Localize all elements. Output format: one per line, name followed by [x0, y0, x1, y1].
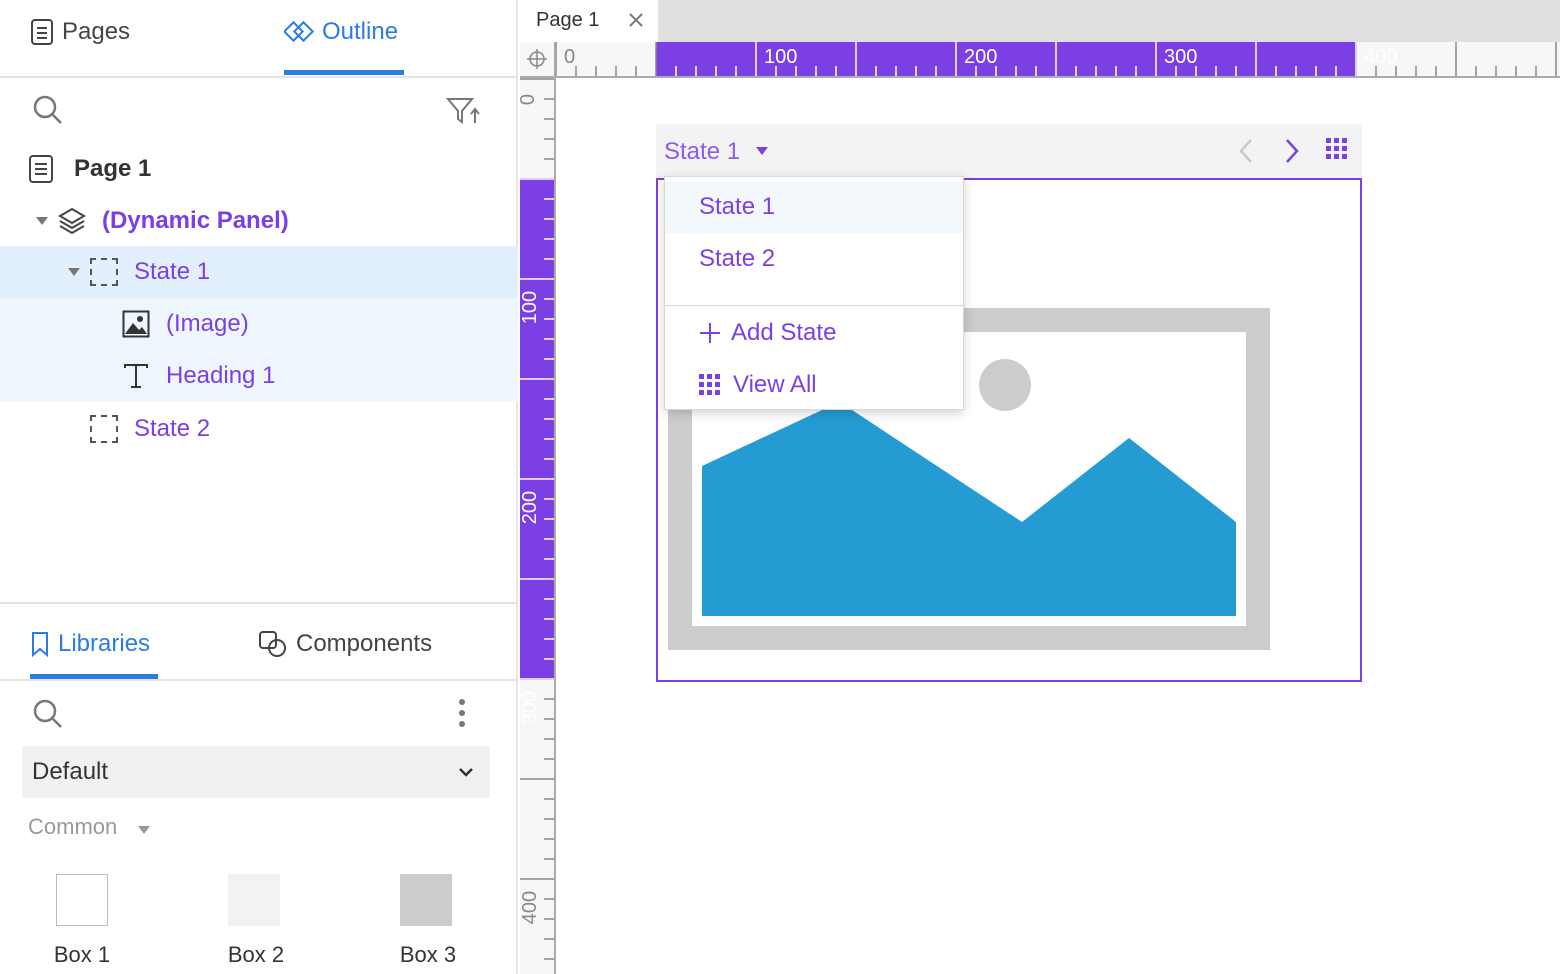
bookmark-icon	[32, 632, 48, 657]
menu-item-view-all[interactable]: View All	[665, 359, 963, 411]
menu-item-label: View All	[733, 371, 817, 398]
document-tab-label: Page 1	[536, 9, 600, 31]
category-toggle[interactable]: Common	[28, 814, 117, 840]
ruler-label: 300	[519, 690, 542, 725]
tree-item-state2[interactable]: State 2	[0, 403, 518, 455]
tab-pages[interactable]: Pages	[30, 18, 130, 46]
dynamic-panel-label: (Dynamic Panel)	[102, 207, 289, 234]
next-state-icon[interactable]	[1284, 138, 1300, 164]
tab-pages-label: Pages	[62, 18, 131, 45]
widget-box3[interactable]	[400, 874, 452, 926]
dynamic-panel-header: State 1	[656, 124, 1362, 178]
page-label: Page 1	[74, 155, 152, 182]
widget-box2[interactable]	[228, 874, 280, 926]
category-caret-icon[interactable]	[138, 826, 150, 834]
state-icon	[90, 415, 118, 443]
widget-box3-label: Box 3	[399, 942, 457, 967]
ruler-origin[interactable]	[520, 42, 556, 78]
grid-view-icon	[699, 374, 720, 395]
layers-icon	[58, 207, 86, 235]
left-panel: Pages Outline Page 1 (Dynamic Panel) Sta…	[0, 0, 518, 974]
collapse-caret-icon[interactable]	[36, 217, 48, 225]
menu-divider	[665, 305, 963, 306]
tab-libraries-label: Libraries	[58, 630, 151, 657]
ruler-label: 300	[1164, 46, 1198, 68]
tree-item-image[interactable]: (Image)	[0, 298, 518, 350]
ruler-label: 400	[519, 890, 542, 925]
filter-icon[interactable]	[446, 96, 480, 126]
menu-item-state1[interactable]: State 1	[665, 181, 963, 233]
image-icon	[122, 310, 150, 338]
search-icon[interactable]	[32, 698, 64, 730]
image-label: (Image)	[166, 310, 249, 337]
panel-tabs: Pages Outline	[0, 0, 518, 78]
previous-state-icon[interactable]	[1238, 138, 1254, 164]
widget-box1-label: Box 1	[53, 942, 111, 967]
heading-label: Heading 1	[166, 362, 276, 389]
menu-item-state2[interactable]: State 2	[665, 233, 963, 285]
ruler-label: 0	[564, 46, 576, 68]
collapse-caret-icon[interactable]	[68, 268, 80, 276]
library-select[interactable]: Default	[22, 746, 490, 798]
tab-outline[interactable]: Outline	[284, 18, 398, 46]
outline-icon	[284, 20, 314, 43]
crosshair-icon	[527, 49, 547, 69]
horizontal-ruler[interactable]: 0 100 200 300 400	[555, 42, 1560, 78]
page-icon	[29, 155, 53, 183]
search-icon[interactable]	[32, 94, 64, 126]
ruler-label: 200	[964, 46, 998, 68]
tab-libraries[interactable]: Libraries	[30, 630, 150, 658]
state-dropdown-menu: State 1 State 2 Add State View All	[664, 176, 964, 410]
tab-outline-label: Outline	[322, 18, 399, 45]
ruler-label: 400	[1364, 46, 1398, 68]
ruler-ticks	[555, 42, 1557, 76]
state-selector[interactable]: State 1	[664, 138, 740, 166]
document-tab[interactable]: Page 1	[520, 0, 658, 42]
menu-item-label: State 2	[699, 245, 776, 272]
vertical-ruler[interactable]: 0 100 200 300 400	[517, 78, 556, 974]
tree-item-state1[interactable]: State 1	[0, 246, 518, 298]
ruler-label: 100	[764, 46, 798, 68]
state-icon	[90, 258, 118, 286]
close-icon[interactable]	[628, 12, 644, 28]
ruler-ticks	[520, 78, 554, 960]
category-label: Common	[28, 814, 118, 839]
menu-item-label: Add State	[731, 319, 837, 346]
page-icon	[31, 19, 53, 45]
grid-view-icon[interactable]	[1326, 138, 1348, 160]
more-options-icon[interactable]	[456, 698, 468, 728]
tab-components-label: Components	[296, 630, 433, 657]
divider	[0, 602, 518, 604]
state-dropdown-caret-icon[interactable]	[756, 147, 768, 155]
chevron-down-icon	[459, 768, 473, 777]
tree-item-page[interactable]: Page 1	[0, 143, 518, 195]
state2-label: State 2	[134, 415, 211, 442]
ruler-label: 100	[519, 290, 542, 325]
tab-components[interactable]: Components	[258, 630, 432, 658]
widget-box2-label: Box 2	[227, 942, 285, 967]
active-tab-indicator	[284, 70, 404, 75]
document-tab-bar	[520, 0, 1560, 42]
ruler-label: 0	[517, 93, 540, 106]
widget-box1[interactable]	[56, 874, 108, 926]
library-select-value: Default	[32, 758, 109, 785]
tree-item-heading[interactable]: Heading 1	[0, 350, 518, 402]
text-icon	[124, 364, 148, 388]
ruler-label: 200	[519, 490, 542, 525]
menu-item-add-state[interactable]: Add State	[665, 307, 963, 359]
state1-label: State 1	[134, 258, 211, 285]
current-state-label: State 1	[664, 138, 741, 165]
plus-icon	[700, 323, 720, 343]
divider	[0, 679, 518, 681]
tree-item-dynamic-panel[interactable]: (Dynamic Panel)	[0, 195, 518, 247]
menu-item-label: State 1	[699, 193, 776, 220]
components-icon	[259, 631, 286, 657]
